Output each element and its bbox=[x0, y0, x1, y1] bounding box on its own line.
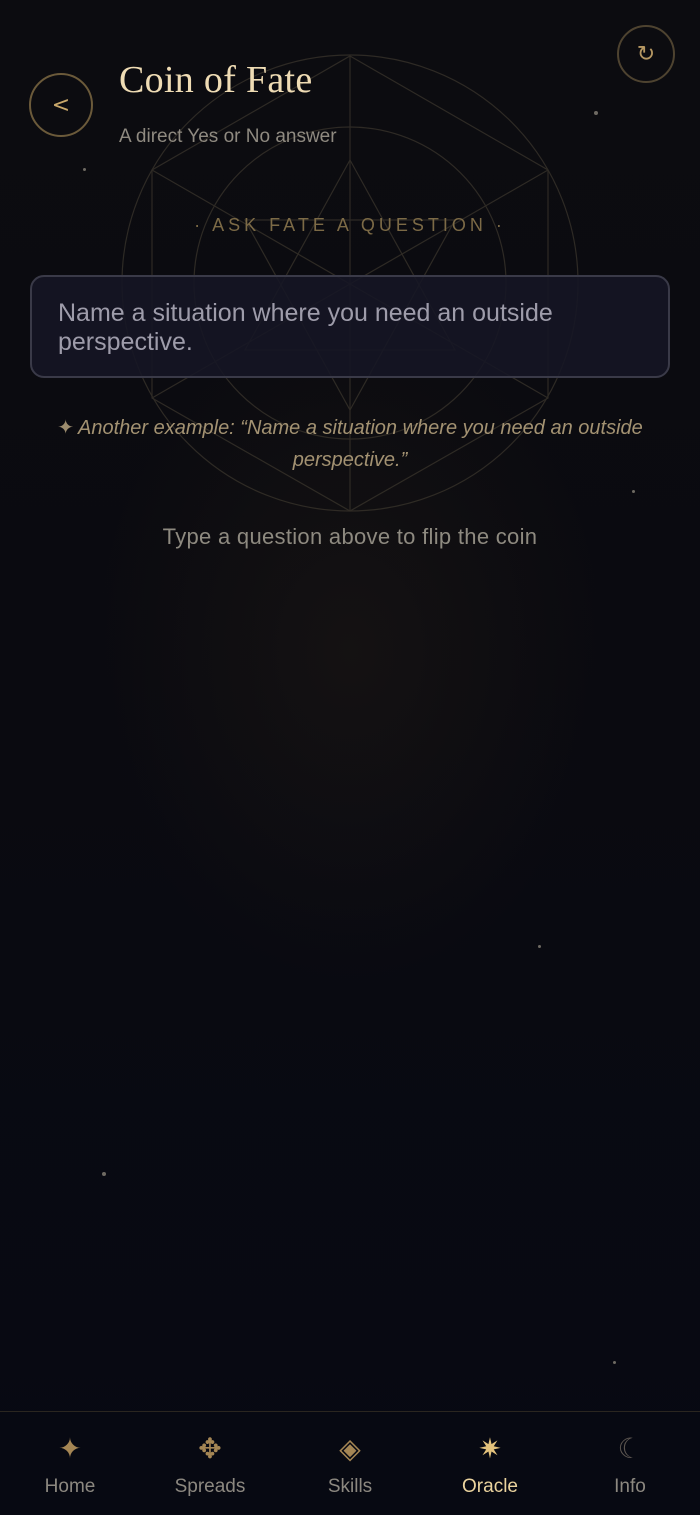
tab-label: Spreads bbox=[174, 1476, 246, 1497]
star-dot bbox=[632, 490, 635, 493]
example-question: ✦ Another example: “Name a situation wher… bbox=[45, 412, 655, 476]
tab-label: Home bbox=[44, 1476, 96, 1497]
star-dot bbox=[102, 1172, 106, 1176]
tab-home[interactable]: ✦ Home bbox=[0, 1412, 140, 1515]
bottom-tab-bar: ✦ Home ✥ Spreads ◈ Skills ✷ Oracle ☾ Inf… bbox=[0, 1411, 700, 1515]
oracle-coin-screen: < ↻ Coin of Fate A direct Yes or No answ… bbox=[0, 0, 700, 1515]
back-button[interactable]: < bbox=[29, 73, 93, 137]
flip-hint: Type a question above to flip the coin bbox=[162, 524, 538, 549]
star-dot bbox=[83, 168, 86, 171]
tab-oracle[interactable]: ✷ Oracle bbox=[420, 1412, 560, 1515]
flower-cross-icon: ✥ bbox=[198, 1432, 222, 1465]
four-point-star-icon: ✦ bbox=[58, 1432, 82, 1465]
reset-button[interactable]: ↻ bbox=[617, 25, 675, 83]
example-text: Another example: “Name a situation where… bbox=[77, 417, 643, 471]
refresh-icon: ↻ bbox=[636, 41, 656, 67]
sparkle-icon: ✦ bbox=[57, 417, 74, 439]
tab-skills[interactable]: ◈ Skills bbox=[280, 1412, 420, 1515]
page-title: Coin of Fate bbox=[119, 59, 313, 101]
question-field[interactable] bbox=[30, 275, 670, 378]
chevron-left-icon: < bbox=[51, 92, 71, 118]
tab-label: Skills bbox=[327, 1476, 373, 1497]
tab-info[interactable]: ☾ Info bbox=[560, 1412, 700, 1515]
tab-label: Oracle bbox=[462, 1476, 518, 1497]
tab-label: Info bbox=[614, 1476, 646, 1497]
sunburst-icon: ✷ bbox=[478, 1432, 502, 1465]
crescent-moon-icon: ☾ bbox=[617, 1432, 643, 1465]
star-dot bbox=[594, 111, 598, 115]
tab-spreads[interactable]: ✥ Spreads bbox=[140, 1412, 280, 1515]
page-subtitle: A direct Yes or No answer bbox=[119, 126, 337, 147]
question-input[interactable] bbox=[58, 299, 642, 354]
diamond-icon: ◈ bbox=[339, 1432, 361, 1465]
star-dot bbox=[613, 1361, 616, 1364]
star-dot bbox=[538, 945, 541, 948]
section-label: · ASK FATE A QUESTION · bbox=[194, 215, 506, 235]
